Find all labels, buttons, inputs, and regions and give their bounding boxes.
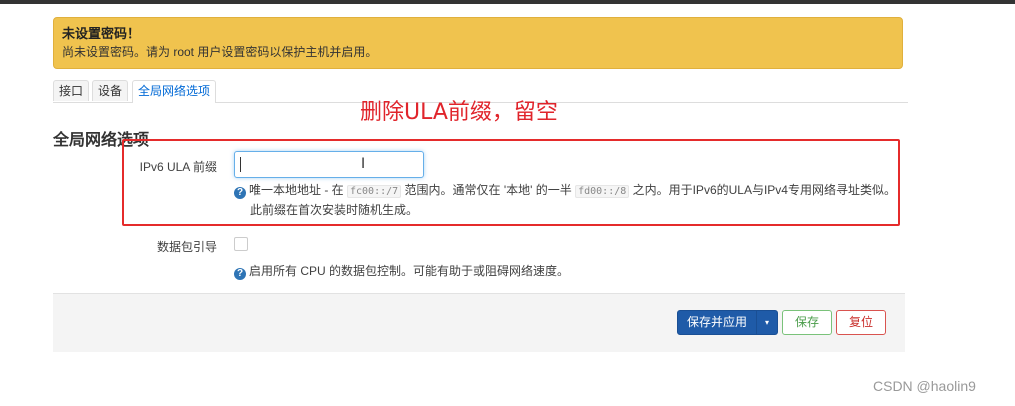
tab-global-network-options[interactable]: 全局网络选项 bbox=[132, 80, 216, 103]
help-question-icon: ? bbox=[234, 187, 246, 199]
ibeam-cursor-icon: I bbox=[361, 156, 366, 172]
save-button[interactable]: 保存 bbox=[782, 310, 832, 335]
ula-help-code-fd00: fd00::/8 bbox=[575, 185, 630, 198]
tab-devices[interactable]: 设备 bbox=[92, 80, 128, 101]
ula-help-pre: 唯一本地地址 - 在 bbox=[249, 183, 347, 197]
packet-steering-help: ? 启用所有 CPU 的数据包控制。可能有助于或阻碍网络速度。 bbox=[234, 262, 569, 280]
red-annotation-text: 删除ULA前缀，留空 bbox=[360, 100, 558, 125]
ula-help-code-fc00: fc00::/7 bbox=[347, 185, 402, 198]
save-apply-dropdown-icon[interactable]: ▾ bbox=[756, 310, 778, 335]
alert-message: 尚未设置密码。请为 root 用户设置密码以保护主机并启用。 bbox=[62, 45, 378, 59]
window-top-bar bbox=[0, 0, 1015, 4]
password-warning-alert: 未设置密码！ 尚未设置密码。请为 root 用户设置密码以保护主机并启用。 bbox=[53, 17, 903, 69]
ula-help-text: ? 唯一本地地址 - 在 fc00::/7 范围内。通常仅在 '本地' 的一半 f… bbox=[234, 181, 896, 219]
packet-steering-help-text: 启用所有 CPU 的数据包控制。可能有助于或阻碍网络速度。 bbox=[249, 264, 570, 278]
ula-prefix-input[interactable]: I bbox=[234, 151, 424, 178]
tab-interfaces[interactable]: 接口 bbox=[53, 80, 89, 101]
save-apply-button[interactable]: 保存并应用 bbox=[677, 310, 757, 335]
ula-help-mid: 范围内。通常仅在 '本地' 的一半 bbox=[401, 183, 576, 197]
ula-help-post: 之内。用于IPv6的ULA与IPv4专用网络寻址类似。 bbox=[629, 183, 896, 197]
help-question-icon: ? bbox=[234, 268, 246, 280]
text-caret bbox=[240, 157, 241, 172]
csdn-watermark: CSDN @haolin9 bbox=[873, 378, 976, 394]
reset-button[interactable]: 复位 bbox=[836, 310, 886, 335]
alert-title: 未设置密码！ bbox=[62, 26, 141, 41]
packet-steering-checkbox[interactable] bbox=[234, 237, 248, 251]
ula-prefix-label: IPv6 ULA 前缀 bbox=[139, 160, 217, 174]
ula-help-line2: 此前缀在首次安装时随机生成。 bbox=[250, 203, 419, 217]
packet-steering-label: 数据包引导 bbox=[156, 240, 217, 254]
